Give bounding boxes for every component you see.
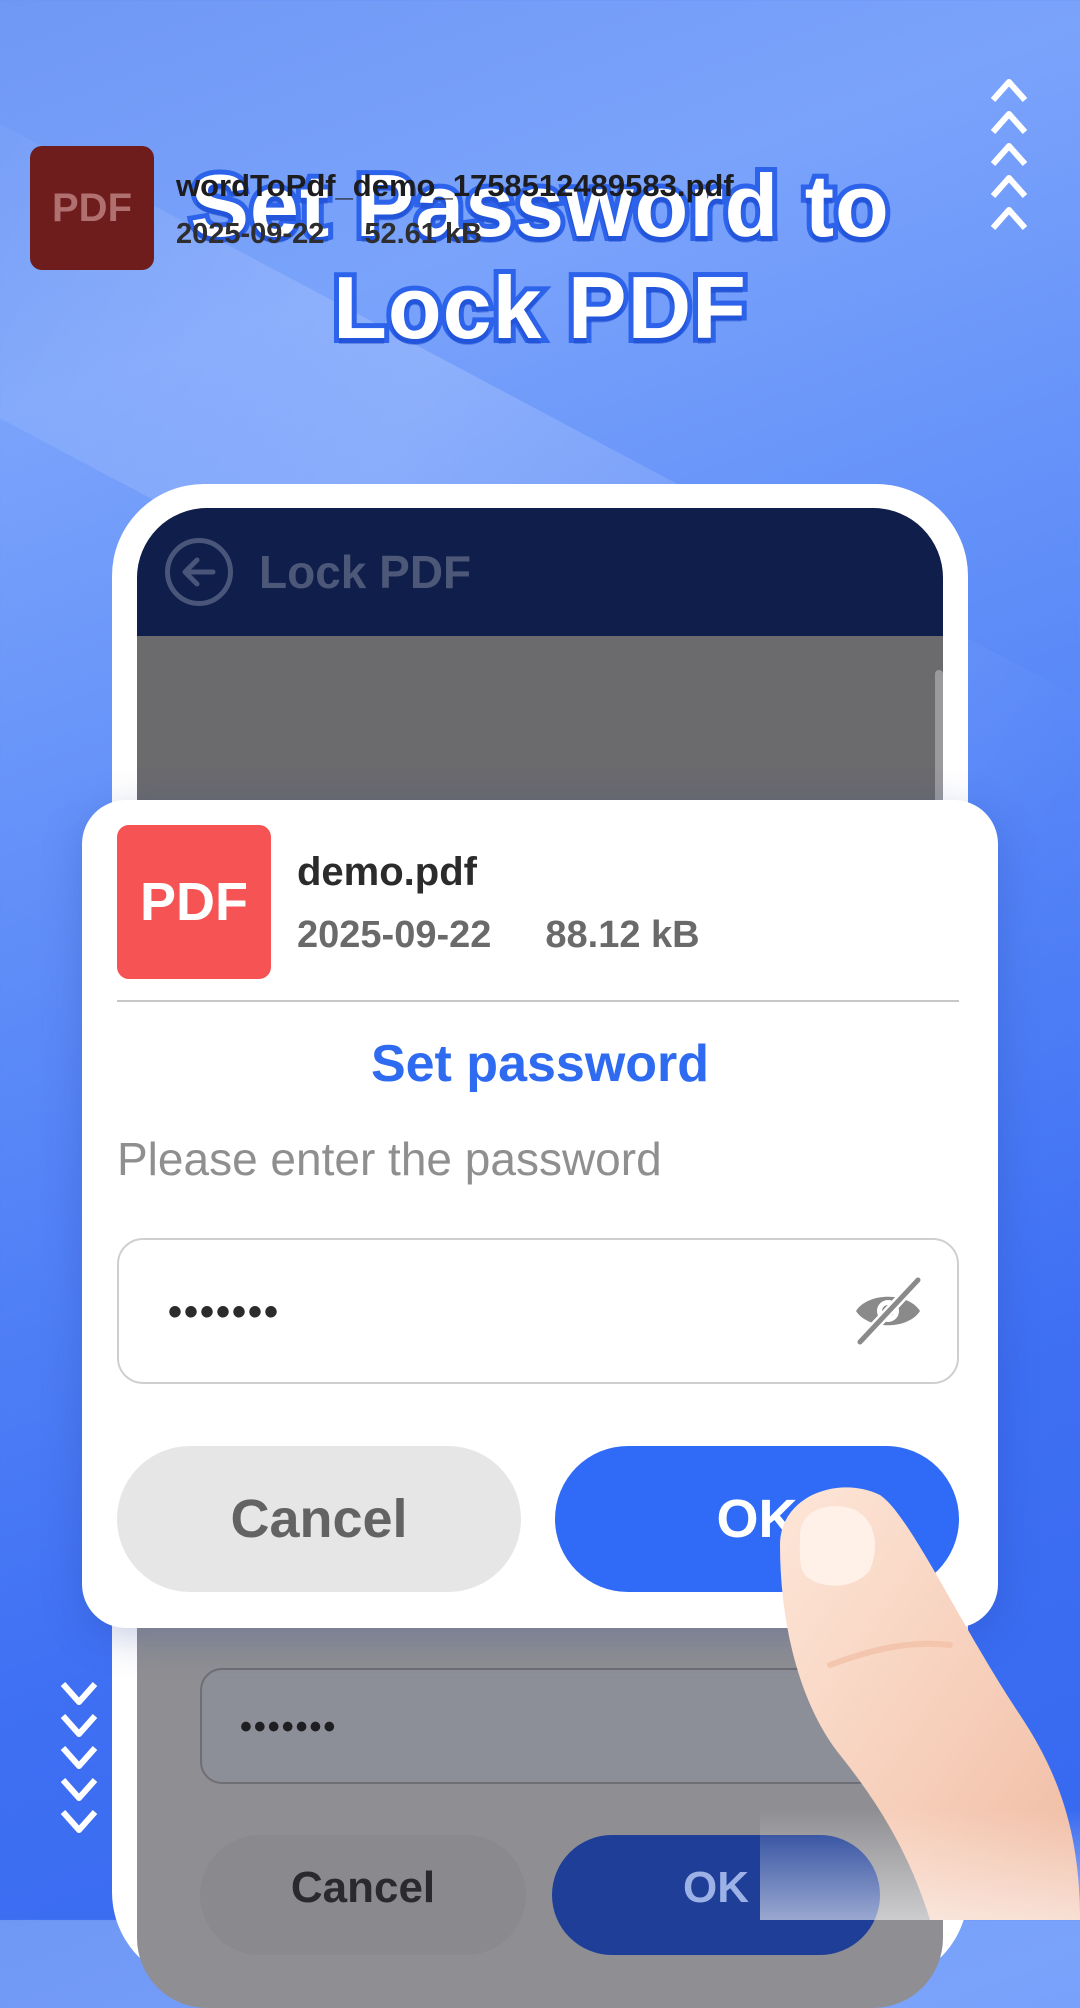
app-header: Lock PDF: [137, 508, 943, 636]
password-value: •••••••: [168, 1290, 281, 1334]
dialog-file-meta: 2025-09-22 88.12 kB: [297, 914, 700, 957]
chevron-up-stack-icon: [990, 74, 1028, 234]
file-name: wordToPdf_demo_1758512489583.pdf: [176, 168, 734, 203]
dialog-file-name: demo.pdf: [297, 850, 477, 894]
cancel-button[interactable]: Cancel: [117, 1446, 521, 1592]
dialog-file-size: 88.12 kB: [545, 914, 700, 956]
pdf-file-icon: PDF: [117, 825, 271, 979]
pdf-file-icon: PDF: [30, 146, 154, 270]
chevron-down-stack-icon: [60, 1678, 98, 1838]
file-list-item[interactable]: [137, 636, 943, 808]
dialog-file-date: 2025-09-22: [297, 914, 492, 956]
tapping-finger-illustration: [760, 1475, 1080, 1920]
dialog-title: Set password: [370, 1035, 710, 1093]
eye-slash-icon[interactable]: [850, 1275, 926, 1347]
back-arrow-icon[interactable]: [165, 538, 233, 606]
background-password-value: •••••••: [240, 1708, 338, 1746]
file-date: 2025-09-22: [176, 218, 325, 250]
divider: [117, 1000, 959, 1002]
background-cancel-button: Cancel: [200, 1835, 526, 1955]
file-size: 52.61 kB: [364, 218, 483, 250]
scrollbar[interactable]: [935, 670, 943, 820]
file-meta: 2025-09-22 52.61 kB: [176, 218, 482, 251]
password-hint: Please enter the password: [117, 1133, 662, 1185]
app-header-title: Lock PDF: [259, 546, 472, 598]
headline-line-2: Lock PDF: [328, 253, 751, 362]
